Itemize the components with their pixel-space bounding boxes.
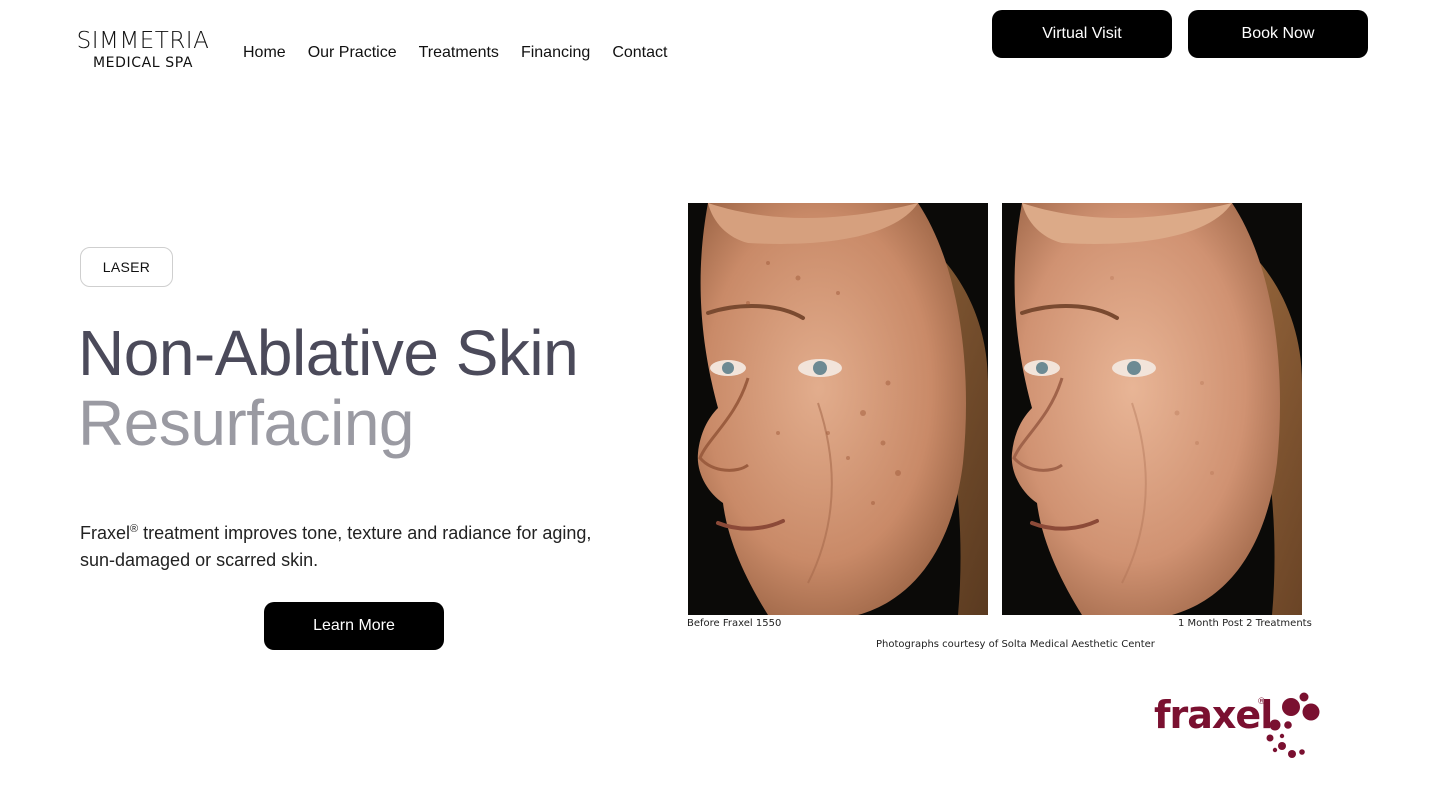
after-photo xyxy=(1002,203,1302,615)
photo-credit: Photographs courtesy of Solta Medical Ae… xyxy=(876,639,1155,650)
nav-our-practice[interactable]: Our Practice xyxy=(308,43,397,63)
nav-home[interactable]: Home xyxy=(243,43,286,63)
hero-description: Fraxel® treatment improves tone, texture… xyxy=(80,516,620,574)
book-now-button[interactable]: Book Now xyxy=(1188,10,1368,58)
caption-after: 1 Month Post 2 Treatments xyxy=(1178,618,1312,629)
svg-text:®: ® xyxy=(1257,697,1266,707)
virtual-visit-button[interactable]: Virtual Visit xyxy=(992,10,1172,58)
logo[interactable]: SIMMETRIA MEDICAL SPA xyxy=(73,28,213,72)
face-after-illustration xyxy=(1002,203,1302,615)
category-tag: LASER xyxy=(80,247,173,287)
caption-before: Before Fraxel 1550 xyxy=(687,618,782,629)
svg-text:fraxel: fraxel xyxy=(1154,693,1272,737)
main-nav: Home Our Practice Treatments Financing C… xyxy=(243,43,667,63)
nav-contact[interactable]: Contact xyxy=(612,43,667,63)
logo-subtitle: MEDICAL SPA xyxy=(92,55,194,71)
page-title-line1: Non-Ablative Skin xyxy=(78,317,579,389)
nav-financing[interactable]: Financing xyxy=(521,43,590,63)
registered-mark: ® xyxy=(130,523,139,535)
logo-wordmark: SIMMETRIA xyxy=(76,28,210,54)
learn-more-button[interactable]: Learn More xyxy=(264,602,444,650)
face-before-illustration xyxy=(688,203,988,615)
brand-name: Fraxel xyxy=(80,523,131,543)
nav-treatments[interactable]: Treatments xyxy=(419,43,499,63)
description-text: treatment improves tone, texture and rad… xyxy=(80,523,592,570)
fraxel-logo: fraxel ® xyxy=(1154,692,1320,758)
page-title-line2: Resurfacing xyxy=(78,387,415,459)
before-photo xyxy=(688,203,988,615)
